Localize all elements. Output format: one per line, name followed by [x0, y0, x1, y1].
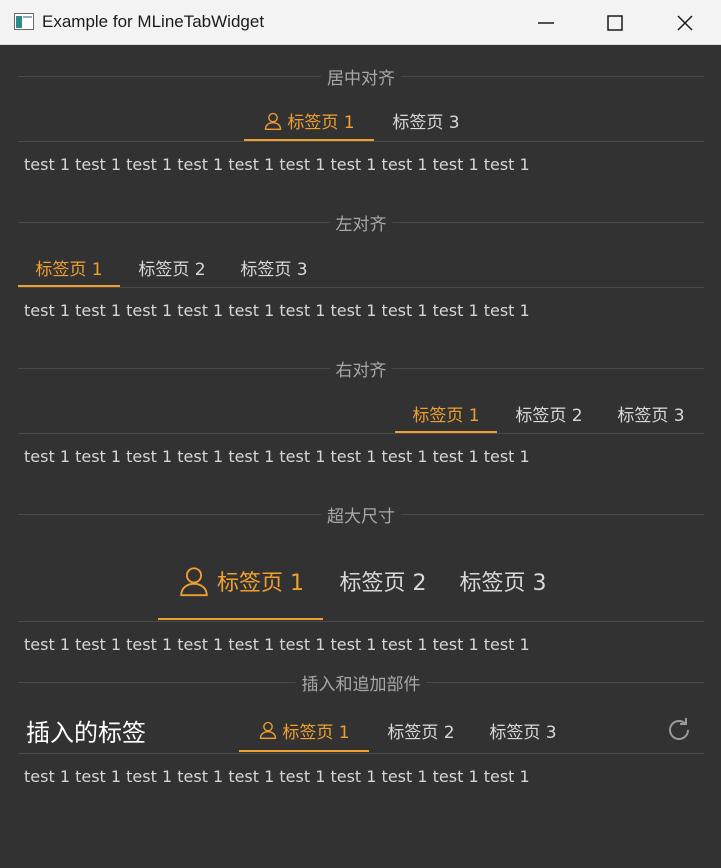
minimize-icon — [538, 22, 554, 24]
refresh-button[interactable] — [664, 715, 694, 745]
title-bar: Example for MLineTabWidget — [0, 0, 721, 45]
maximize-icon — [607, 15, 623, 31]
tab-label: 标签页 3 — [240, 259, 308, 280]
tab-content-text: test 1 test 1 test 1 test 1 test 1 test … — [24, 301, 530, 320]
section-divider-large: 超大尺寸 — [18, 502, 704, 527]
section-divider-right: 右对齐 — [18, 356, 704, 381]
section-heading: 超大尺寸 — [321, 502, 401, 527]
tab-label: 标签页 3 — [489, 722, 557, 743]
tab-label: 标签页 2 — [339, 570, 427, 596]
tab-insert-2[interactable]: 标签页 2 — [371, 708, 471, 752]
section-divider-insert: 插入和追加部件 — [18, 670, 704, 695]
tab-large-1[interactable]: 标签页 1 — [158, 541, 323, 620]
tab-right-3[interactable]: 标签页 3 — [601, 393, 701, 433]
section-divider-left: 左对齐 — [18, 210, 704, 235]
tab-label: 标签页 3 — [459, 570, 547, 596]
tab-bar-insert: 标签页 1 标签页 2 标签页 3 — [18, 708, 704, 754]
tab-bar-center: 标签页 1 标签页 3 — [18, 100, 704, 142]
tab-bar-right: 标签页 1 标签页 2 标签页 3 — [18, 393, 704, 434]
section-heading: 右对齐 — [329, 356, 393, 381]
tab-insert-1[interactable]: 标签页 1 — [239, 708, 369, 752]
tab-large-2[interactable]: 标签页 2 — [326, 541, 440, 620]
minimize-button[interactable] — [511, 0, 581, 45]
tab-bar-large: 标签页 1 标签页 2 标签页 3 — [18, 541, 704, 622]
tab-label: 标签页 1 — [282, 722, 350, 743]
tab-label: 标签页 1 — [412, 405, 480, 426]
section-heading: 左对齐 — [329, 210, 393, 235]
tab-insert-3[interactable]: 标签页 3 — [473, 708, 573, 752]
tab-large-3[interactable]: 标签页 3 — [446, 541, 560, 620]
tab-label: 标签页 3 — [617, 405, 685, 426]
tab-content-text: test 1 test 1 test 1 test 1 test 1 test … — [24, 767, 530, 786]
section-divider-center: 居中对齐 — [18, 64, 704, 89]
close-icon — [677, 15, 693, 31]
tab-label: 标签页 1 — [35, 259, 103, 280]
maximize-button[interactable] — [580, 0, 650, 45]
tab-bar-left: 标签页 1 标签页 2 标签页 3 — [18, 247, 704, 288]
tab-center-3[interactable]: 标签页 3 — [378, 100, 474, 141]
tab-label: 标签页 1 — [217, 570, 304, 596]
user-icon — [180, 566, 208, 596]
tab-center-1[interactable]: 标签页 1 — [244, 100, 374, 141]
tab-label: 标签页 2 — [138, 259, 206, 280]
section-heading: 插入和追加部件 — [295, 670, 427, 695]
user-icon — [260, 721, 277, 739]
close-button[interactable] — [650, 0, 720, 45]
app-icon — [14, 13, 34, 30]
tab-left-3[interactable]: 标签页 3 — [224, 247, 324, 287]
tab-left-1[interactable]: 标签页 1 — [18, 247, 120, 287]
user-icon — [265, 112, 282, 130]
tab-content-text: test 1 test 1 test 1 test 1 test 1 test … — [24, 155, 530, 174]
tab-label: 标签页 1 — [287, 113, 355, 133]
tab-content-text: test 1 test 1 test 1 test 1 test 1 test … — [24, 447, 530, 466]
tab-left-2[interactable]: 标签页 2 — [122, 247, 222, 287]
tab-label: 标签页 2 — [515, 405, 583, 426]
tab-label: 标签页 2 — [387, 722, 455, 743]
tab-right-2[interactable]: 标签页 2 — [499, 393, 599, 433]
tab-content-text: test 1 test 1 test 1 test 1 test 1 test … — [24, 635, 530, 654]
tab-label: 标签页 3 — [392, 113, 460, 133]
tab-right-1[interactable]: 标签页 1 — [395, 393, 497, 433]
window-title: Example for MLineTabWidget — [42, 12, 265, 31]
section-heading: 居中对齐 — [321, 64, 401, 89]
refresh-icon — [669, 718, 689, 740]
